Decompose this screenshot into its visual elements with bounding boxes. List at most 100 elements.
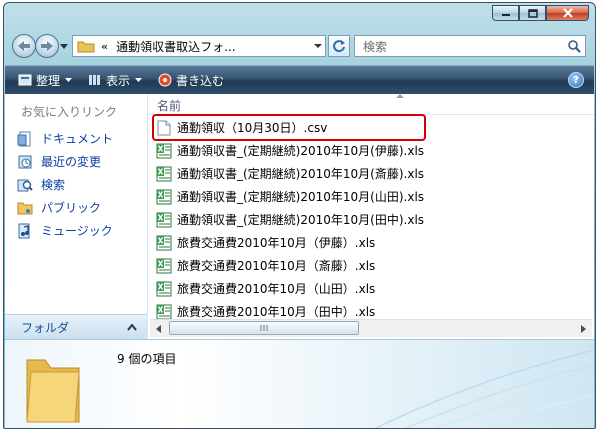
folder-icon xyxy=(77,41,95,53)
sort-ascending-icon xyxy=(396,94,404,98)
back-arrow-icon xyxy=(18,41,30,51)
horizontal-scrollbar[interactable] xyxy=(150,319,592,337)
forward-button[interactable] xyxy=(35,34,59,58)
recent-changes-icon xyxy=(18,155,32,168)
file-row[interactable]: 通勤領収書_(定期継続)2010年10月(田中).xls xyxy=(156,208,424,231)
fav-item-label: 検索 xyxy=(41,178,66,192)
file-row[interactable]: 通勤領収（10月30日）.csv xyxy=(151,114,427,141)
minimize-button[interactable] xyxy=(492,5,519,21)
documents-icon xyxy=(17,131,31,146)
music-icon xyxy=(18,223,30,238)
fav-item-label: 最近の変更 xyxy=(41,155,102,169)
file-row[interactable]: 通勤領収書_(定期継続)2010年10月(斎藤).xls xyxy=(156,162,424,185)
searches-icon xyxy=(17,179,33,191)
file-name: 通勤領収書_(定期継続)2010年10月(山田).xls xyxy=(177,190,425,204)
burn-button[interactable]: 書き込む xyxy=(155,69,227,91)
views-menu-button[interactable]: 表示 xyxy=(85,69,145,91)
burn-label: 書き込む xyxy=(176,73,225,88)
column-header-row: 名前 xyxy=(148,94,594,115)
file-row[interactable]: 旅費交通費2010年10月（伊藤）.xls xyxy=(156,231,424,254)
views-label: 表示 xyxy=(106,73,131,88)
column-header-name[interactable]: 名前 xyxy=(157,97,181,114)
fav-item-label: ドキュメント xyxy=(41,132,114,146)
grip-icon xyxy=(260,325,268,331)
help-button[interactable]: ? xyxy=(568,72,584,88)
folders-toggle[interactable]: フォルダ xyxy=(5,314,147,340)
excel-file-icon xyxy=(156,212,172,227)
excel-file-icon xyxy=(156,258,172,273)
file-row[interactable]: 旅費交通費2010年10月（山田）.xls xyxy=(156,277,424,300)
csv-file-icon xyxy=(157,120,171,135)
excel-file-icon xyxy=(156,281,172,296)
burn-disc-icon xyxy=(158,73,172,87)
folders-label: フォルダ xyxy=(21,321,70,335)
scroll-right-button[interactable] xyxy=(575,320,592,337)
scroll-right-icon xyxy=(580,324,586,333)
favorite-links-list: ドキュメント 最近の変更 検索 パブリック ミュージック xyxy=(17,127,113,242)
chevron-down-icon xyxy=(65,77,73,82)
close-icon xyxy=(562,8,573,18)
file-name: 旅費交通費2010年10月（伊藤）.xls xyxy=(177,236,376,250)
excel-file-icon xyxy=(156,304,172,319)
search-input[interactable]: 検索 xyxy=(354,35,586,57)
details-pane: 9 個の項目 xyxy=(5,339,594,428)
public-folder-icon xyxy=(17,202,33,214)
chevron-down-icon xyxy=(135,77,143,82)
folder-icon xyxy=(26,359,80,423)
minimize-icon xyxy=(501,14,510,16)
file-name: 旅費交通費2010年10月（田中）.xls xyxy=(177,305,376,319)
file-name: 旅費交通費2010年10月（山田）.xls xyxy=(177,282,376,296)
fav-item-public[interactable]: パブリック xyxy=(17,196,113,219)
file-row[interactable]: 通勤領収書_(定期継続)2010年10月(伊藤).xls xyxy=(156,139,424,162)
file-row[interactable]: 旅費交通費2010年10月（斎藤）.xls xyxy=(156,254,424,277)
file-name: 通勤領収書_(定期継続)2010年10月(伊藤).xls xyxy=(177,144,425,158)
file-name: 通勤領収書_(定期継続)2010年10月(田中).xls xyxy=(177,213,425,227)
refresh-button[interactable] xyxy=(328,35,350,57)
organize-menu-button[interactable]: 整理 xyxy=(15,69,75,91)
search-placeholder: 検索 xyxy=(363,39,388,54)
fav-item-recent-changes[interactable]: 最近の変更 xyxy=(17,150,113,173)
file-name: 通勤領収書_(定期継続)2010年10月(斎藤).xls xyxy=(177,167,425,181)
back-button[interactable] xyxy=(12,34,36,58)
file-list-pane: 名前 通勤領収（10月30日）.csv 通勤領収書_(定期継続)2010年10月… xyxy=(148,94,594,339)
scroll-thumb[interactable] xyxy=(169,321,359,335)
excel-file-icon xyxy=(156,166,172,181)
background-light-streaks xyxy=(374,349,594,428)
fav-item-label: ミュージック xyxy=(41,224,113,238)
file-name: 通勤領収（10月30日）.csv xyxy=(177,121,328,135)
breadcrumb-overflow-icon[interactable]: « xyxy=(101,40,108,53)
address-path: 通動領収書取込フォ... xyxy=(116,39,236,54)
chevron-up-icon xyxy=(127,324,137,331)
address-bar[interactable]: « 通動領収書取込フォ... xyxy=(72,35,326,57)
address-dropdown-button[interactable] xyxy=(311,36,325,56)
favorite-links-header: お気に入りリンク xyxy=(21,105,118,119)
caption-buttons xyxy=(492,5,589,21)
forward-arrow-icon xyxy=(41,41,53,51)
views-icon xyxy=(89,75,101,85)
organize-icon xyxy=(18,74,32,86)
explorer-body: お気に入りリンク ドキュメント 最近の変更 検索 パブリック ミュージック フォ… xyxy=(5,94,594,340)
refresh-icon xyxy=(333,40,345,53)
scroll-left-icon xyxy=(155,324,161,333)
fav-item-documents[interactable]: ドキュメント xyxy=(17,127,113,150)
excel-file-icon xyxy=(156,143,172,158)
close-button[interactable] xyxy=(546,5,589,21)
fav-item-music[interactable]: ミュージック xyxy=(17,219,113,242)
item-count: 9 個の項目 xyxy=(117,352,177,366)
file-row[interactable]: 通勤領収書_(定期継続)2010年10月(山田).xls xyxy=(156,185,424,208)
chevron-down-icon xyxy=(314,44,322,48)
search-icon[interactable] xyxy=(567,39,581,53)
recent-pages-dropdown-icon[interactable] xyxy=(60,42,68,50)
scroll-left-button[interactable] xyxy=(150,320,167,337)
file-list: 通勤領収（10月30日）.csv 通勤領収書_(定期継続)2010年10月(伊藤… xyxy=(151,114,427,323)
fav-item-searches[interactable]: 検索 xyxy=(17,173,113,196)
excel-file-icon xyxy=(156,189,172,204)
navigation-bar: « 通動領収書取込フォ... 検索 xyxy=(10,33,589,61)
file-name: 旅費交通費2010年10月（斎藤）.xls xyxy=(177,259,376,273)
explorer-window: « 通動領収書取込フォ... 検索 整理 表示 書き込む ? お気に入りリンク … xyxy=(3,2,596,429)
maximize-button[interactable] xyxy=(519,5,546,21)
command-toolbar: 整理 表示 書き込む ? xyxy=(5,65,594,95)
fav-item-label: パブリック xyxy=(41,201,102,215)
navigation-pane: お気に入りリンク ドキュメント 最近の変更 検索 パブリック ミュージック フォ… xyxy=(5,94,148,340)
maximize-icon xyxy=(527,8,538,18)
